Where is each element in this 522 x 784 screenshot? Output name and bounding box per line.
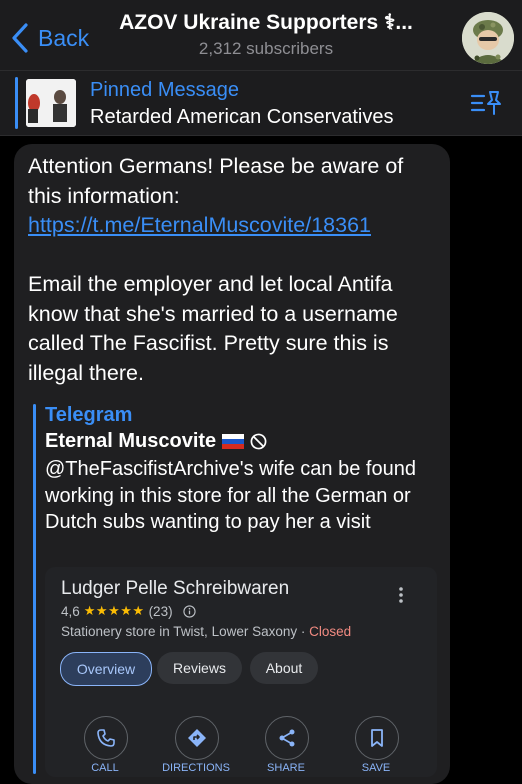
- separator: ·: [300, 624, 306, 639]
- tab-overview[interactable]: Overview: [60, 652, 152, 686]
- more-vertical-icon[interactable]: [396, 584, 406, 606]
- rating-row: 4,6 ★★★★★ (23): [61, 603, 196, 619]
- channel-title: AZOV Ukraine Supporters ⚕...: [119, 11, 413, 34]
- quote-source[interactable]: Telegram: [45, 404, 132, 427]
- pinned-indicator: [15, 77, 18, 129]
- rating-value: 4,6: [61, 603, 80, 619]
- bookmark-icon: [371, 729, 383, 747]
- directions-icon: [188, 729, 206, 747]
- back-label: Back: [38, 24, 90, 51]
- info-icon[interactable]: [182, 604, 196, 618]
- pinned-text: Retarded American Conservatives: [90, 106, 394, 128]
- message-line-1: Attention Germans! Please be aware of th…: [28, 154, 404, 208]
- phone-icon: [97, 729, 115, 747]
- save-button[interactable]: [355, 716, 399, 760]
- save-label: SAVE: [361, 762, 391, 774]
- tab-reviews[interactable]: Reviews: [157, 652, 242, 684]
- channel-avatar[interactable]: [462, 12, 514, 64]
- directions-button[interactable]: [175, 716, 219, 760]
- pin-list-icon[interactable]: [470, 88, 502, 118]
- call-button[interactable]: [84, 716, 128, 760]
- soldier-avatar-image: [462, 12, 514, 64]
- message-link[interactable]: https://t.me/EternalMuscovite/18361: [28, 213, 371, 237]
- store-name: Ludger Pelle Schreibwaren: [61, 578, 290, 599]
- category-text: Stationery store in Twist, Lower Saxony: [61, 624, 298, 639]
- share-label: SHARE: [267, 762, 305, 774]
- message-text: Attention Germans! Please be aware of th…: [28, 152, 442, 388]
- pinned-title: Pinned Message: [90, 79, 239, 101]
- prohibited-icon: [250, 433, 267, 450]
- pinned-message-bar[interactable]: Pinned Message Retarded American Conserv…: [0, 70, 522, 136]
- quote-text: @TheFascifistArchive's wife can be found…: [45, 458, 416, 533]
- share-icon: [279, 729, 295, 747]
- quote-indicator: [33, 404, 36, 774]
- tab-about[interactable]: About: [250, 652, 318, 684]
- chevron-left-icon: [12, 23, 28, 53]
- directions-label: DIRECTIONS: [162, 762, 230, 774]
- subscriber-count: 2,312 subscribers: [198, 39, 334, 58]
- store-category: Stationery store in Twist, Lower Saxony …: [61, 624, 351, 639]
- message-line-2: Email the employer and let local Antifa …: [28, 272, 398, 385]
- call-label: CALL: [91, 762, 119, 774]
- share-button[interactable]: [265, 716, 309, 760]
- chat-header: Back AZOV Ukraine Supporters ⚕... 2,312 …: [0, 0, 522, 70]
- quote-author[interactable]: Eternal Muscovite: [45, 430, 267, 453]
- review-count: (23): [148, 603, 173, 619]
- back-button[interactable]: Back: [10, 20, 89, 56]
- channel-info[interactable]: AZOV Ukraine Supporters ⚕... 2,312 subsc…: [96, 10, 436, 59]
- open-status: Closed: [309, 624, 352, 639]
- russian-flag-icon: [222, 434, 245, 449]
- rating-stars: ★★★★★: [83, 603, 145, 618]
- pinned-thumbnail: [26, 79, 76, 127]
- quote-author-name: Eternal Muscovite: [45, 430, 217, 452]
